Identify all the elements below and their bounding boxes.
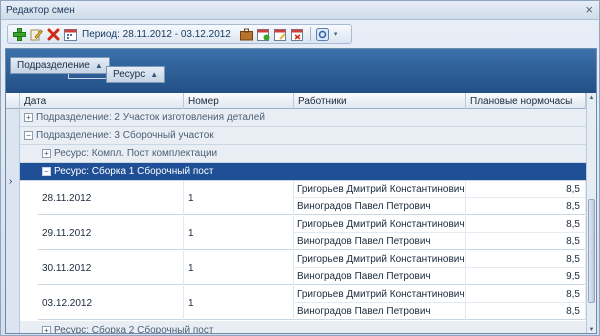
briefcase-icon[interactable] xyxy=(240,27,254,41)
collapse-icon[interactable]: − xyxy=(24,131,33,140)
cell-worker[interactable]: Виноградов Павел Петрович xyxy=(294,268,466,285)
expand-icon[interactable]: + xyxy=(42,325,51,333)
cell-worker[interactable]: Григорьев Дмитрий Константинович xyxy=(294,216,466,233)
toolbar: Период: 28.11.2012 - 03.12.2012 ▾ xyxy=(7,24,352,44)
toolbar-separator xyxy=(309,27,311,41)
cell-worker[interactable]: Григорьев Дмитрий Константинович xyxy=(294,286,466,303)
edit-icon[interactable] xyxy=(29,27,43,41)
period-label[interactable]: Период: 28.11.2012 - 03.12.2012 xyxy=(82,29,231,40)
group-row-label: Ресурс: Сборка 2 Сборочный пост xyxy=(54,324,214,334)
cell-date[interactable]: 28.11.2012 xyxy=(38,181,184,215)
group-row-label: Ресурс: Компл. Пост комплектации xyxy=(54,148,218,159)
group-row-resource[interactable]: + Ресурс: Сборка 2 Сборочный пост xyxy=(20,321,586,334)
cell-planned-hours[interactable]: 8,5 xyxy=(466,286,586,303)
cell-date[interactable]: 30.11.2012 xyxy=(38,251,184,285)
toolbar-dropdown-icon[interactable]: ▾ xyxy=(334,30,338,38)
column-header-date[interactable]: Дата xyxy=(20,93,184,109)
group-row-department[interactable]: + Подразделение: 2 Участок изготовления … xyxy=(20,109,586,127)
cell-planned-hours[interactable]: 8,5 xyxy=(466,303,586,320)
group-row-resource-selected[interactable]: − Ресурс: Сборка 1 Сборочный пост xyxy=(20,163,586,181)
column-header-row: Дата Номер Работники Плановые нормочасы xyxy=(6,93,586,109)
column-header-workers[interactable]: Работники xyxy=(294,93,466,109)
group-chip-label: Ресурс xyxy=(113,69,146,80)
expand-icon[interactable]: + xyxy=(24,113,33,122)
column-header-number[interactable]: Номер xyxy=(184,93,294,109)
cell-number[interactable]: 1 xyxy=(184,251,294,285)
row-indicator-column: › xyxy=(6,109,20,333)
scroll-up-icon[interactable]: ▲ xyxy=(587,93,596,103)
close-icon[interactable]: × xyxy=(585,3,593,17)
scrollbar-thumb[interactable] xyxy=(588,199,595,303)
cell-date[interactable]: 03.12.2012 xyxy=(38,286,184,320)
cell-planned-hours[interactable]: 8,5 xyxy=(466,198,586,215)
group-row-department[interactable]: − Подразделение: 3 Сборочный участок xyxy=(20,127,586,145)
cell-number[interactable]: 1 xyxy=(184,216,294,250)
shift-editor-window: Редактор смен × Период: 28.11.2012 - 03.… xyxy=(0,0,600,336)
table-row[interactable]: 03.12.2012 1 Григорьев Дмитрий Константи… xyxy=(38,286,586,320)
calendar-delete-icon[interactable] xyxy=(291,27,305,41)
sort-ascending-icon: ▲ xyxy=(150,70,159,79)
current-row-indicator-icon: › xyxy=(9,176,13,187)
cell-number[interactable]: 1 xyxy=(184,286,294,320)
group-row-label: Ресурс: Сборка 1 Сборочный пост xyxy=(54,166,214,177)
cell-worker[interactable]: Виноградов Павел Петрович xyxy=(294,233,466,250)
table-row[interactable]: 30.11.2012 1 Григорьев Дмитрий Константи… xyxy=(38,251,586,285)
table-row[interactable]: 29.11.2012 1 Григорьев Дмитрий Константи… xyxy=(38,216,586,250)
cell-planned-hours[interactable]: 8,5 xyxy=(466,233,586,250)
cell-date[interactable]: 29.11.2012 xyxy=(38,216,184,250)
vertical-scrollbar[interactable]: ▲ ▼ xyxy=(586,93,596,333)
group-row-label: Подразделение: 2 Участок изготовления де… xyxy=(36,112,265,123)
collapse-icon[interactable]: − xyxy=(42,167,51,176)
group-chip-label: Подразделение xyxy=(17,60,90,71)
cell-worker[interactable]: Виноградов Павел Петрович xyxy=(294,198,466,215)
shifts-grid: Подразделение ▲ Ресурс ▲ Дата Номер Рабо… xyxy=(5,48,597,334)
settings-icon[interactable] xyxy=(316,27,330,41)
title-bar: Редактор смен × xyxy=(1,1,599,20)
calendar-edit-icon[interactable] xyxy=(274,27,288,41)
group-chip-department[interactable]: Подразделение ▲ xyxy=(10,57,110,74)
group-row-label: Подразделение: 3 Сборочный участок xyxy=(36,130,214,141)
calendar-icon[interactable] xyxy=(63,27,77,41)
group-by-panel: Подразделение ▲ Ресурс ▲ xyxy=(6,49,596,93)
cell-planned-hours[interactable]: 8,5 xyxy=(466,251,586,268)
group-chip-resource[interactable]: Ресурс ▲ xyxy=(106,66,166,83)
cell-worker[interactable]: Виноградов Павел Петрович xyxy=(294,303,466,320)
expand-icon[interactable]: + xyxy=(42,149,51,158)
column-header-planned-hours[interactable]: Плановые нормочасы xyxy=(466,93,586,109)
add-icon[interactable] xyxy=(12,27,26,41)
header-corner xyxy=(6,93,20,109)
window-title: Редактор смен xyxy=(6,4,75,16)
cell-planned-hours[interactable]: 8,5 xyxy=(466,181,586,198)
scroll-down-icon[interactable]: ▼ xyxy=(587,325,596,333)
table-row[interactable]: 28.11.2012 1 Григорьев Дмитрий Константи… xyxy=(38,181,586,215)
calendar-add-icon[interactable] xyxy=(257,27,271,41)
cell-planned-hours[interactable]: 9,5 xyxy=(466,268,586,285)
cell-planned-hours[interactable]: 8,5 xyxy=(466,216,586,233)
cell-worker[interactable]: Григорьев Дмитрий Константинович xyxy=(294,251,466,268)
delete-icon[interactable] xyxy=(46,27,60,41)
cell-number[interactable]: 1 xyxy=(184,181,294,215)
sort-ascending-icon: ▲ xyxy=(94,61,103,70)
cell-worker[interactable]: Григорьев Дмитрий Константинович xyxy=(294,181,466,198)
group-row-resource[interactable]: + Ресурс: Компл. Пост комплектации xyxy=(20,145,586,163)
grid-body: + Подразделение: 2 Участок изготовления … xyxy=(20,109,586,334)
